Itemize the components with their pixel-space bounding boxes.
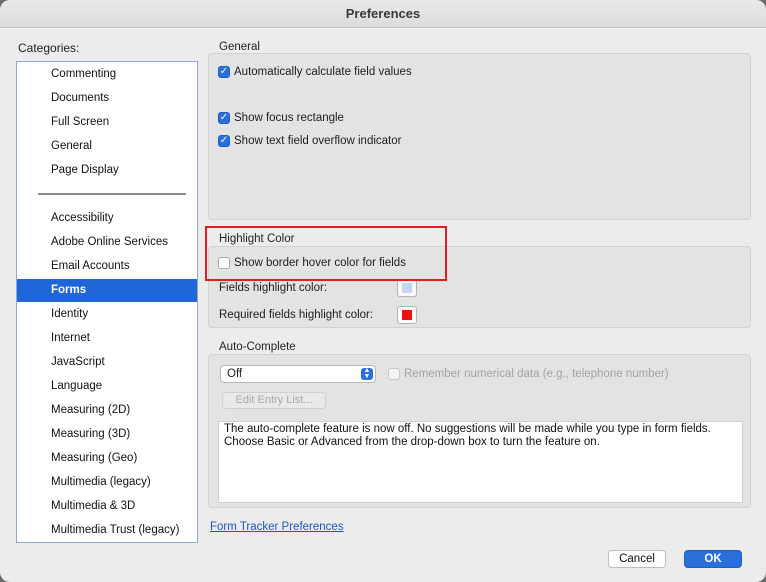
focus-rect-label: Show focus rectangle: [234, 112, 344, 124]
category-item-multimedia-3d[interactable]: Multimedia & 3D: [17, 495, 197, 518]
select-arrows-icon: ▲ ▼: [361, 367, 373, 380]
autocomplete-section-title: Auto-Complete: [219, 341, 296, 353]
category-item-documents[interactable]: Documents: [17, 87, 197, 110]
form-tracker-link[interactable]: Form Tracker Preferences: [210, 521, 344, 533]
fields-highlight-color-label: Fields highlight color:: [219, 282, 328, 294]
category-item-email-accounts[interactable]: Email Accounts: [17, 255, 197, 278]
category-item-multimedia-trust-legacy[interactable]: Multimedia Trust (legacy): [17, 519, 197, 542]
category-item-measuring-2d[interactable]: Measuring (2D): [17, 399, 197, 422]
edit-entry-list-button[interactable]: Edit Entry List...: [222, 392, 326, 409]
auto-calc-label: Automatically calculate field values: [234, 66, 412, 78]
general-section-title: General: [219, 41, 260, 53]
category-item-adobe-online-services[interactable]: Adobe Online Services: [17, 231, 197, 254]
ok-button[interactable]: OK: [684, 550, 742, 568]
category-item-multimedia-legacy[interactable]: Multimedia (legacy): [17, 471, 197, 494]
categories-list[interactable]: Commenting Documents Full Screen General Pag…: [16, 61, 198, 543]
category-item-page-display[interactable]: Page Display: [17, 159, 197, 182]
categories-label: Categories:: [18, 41, 80, 55]
category-item-full-screen[interactable]: Full Screen: [17, 111, 197, 134]
overflow-indicator-checkbox[interactable]: ✓: [218, 135, 230, 147]
autocomplete-description: The auto-complete feature is now off. No…: [218, 421, 743, 503]
annotation-highlight-box: [205, 226, 447, 281]
category-item-forms[interactable]: Forms: [17, 279, 197, 302]
autocomplete-mode-select[interactable]: Off ▲ ▼: [220, 365, 376, 383]
required-highlight-color-swatch[interactable]: [397, 306, 417, 324]
remember-numeric-row[interactable]: Remember numerical data (e.g., telephone…: [388, 368, 669, 380]
category-item-identity[interactable]: Identity: [17, 303, 197, 326]
category-item-javascript[interactable]: JavaScript: [17, 351, 197, 374]
remember-numeric-checkbox[interactable]: [388, 368, 400, 380]
window-title: Preferences: [345, 6, 421, 21]
focus-rect-checkbox[interactable]: ✓: [218, 112, 230, 124]
category-item-commenting[interactable]: Commenting: [17, 63, 197, 86]
fields-highlight-color-swatch[interactable]: [397, 279, 417, 297]
remember-numeric-label: Remember numerical data (e.g., telephone…: [404, 368, 669, 380]
category-item-accessibility[interactable]: Accessibility: [17, 207, 197, 230]
category-item-language[interactable]: Language: [17, 375, 197, 398]
fields-highlight-color-fill: [402, 283, 412, 293]
overflow-indicator-label: Show text field overflow indicator: [234, 135, 402, 147]
autocomplete-mode-value: Off: [227, 368, 243, 380]
cancel-button[interactable]: Cancel: [608, 550, 666, 568]
overflow-indicator-row[interactable]: ✓ Show text field overflow indicator: [218, 135, 401, 147]
category-item-internet[interactable]: Internet: [17, 327, 197, 350]
categories-divider: [38, 193, 186, 195]
preferences-window: Preferences Categories: Commenting Docume…: [0, 0, 766, 582]
title-bar: Preferences: [0, 0, 766, 28]
focus-rect-row[interactable]: ✓ Show focus rectangle: [218, 112, 344, 124]
category-item-general[interactable]: General: [17, 135, 197, 158]
category-item-measuring-geo[interactable]: Measuring (Geo): [17, 447, 197, 470]
auto-calc-checkbox[interactable]: ✓: [218, 66, 230, 78]
required-highlight-color-fill: [402, 310, 412, 320]
category-item-measuring-3d[interactable]: Measuring (3D): [17, 423, 197, 446]
required-highlight-color-label: Required fields highlight color:: [219, 309, 374, 321]
auto-calc-row[interactable]: ✓ Automatically calculate field values: [218, 66, 412, 78]
